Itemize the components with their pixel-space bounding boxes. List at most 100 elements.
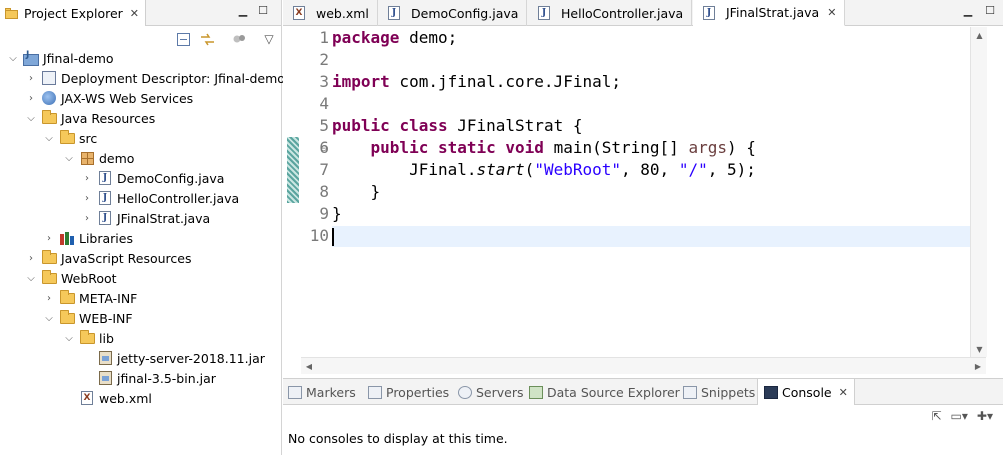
view-menu-chevron-down-icon[interactable]: ▽	[261, 31, 277, 47]
collapse-chevron-icon[interactable]: ›	[42, 231, 56, 245]
expand-chevron-icon[interactable]: ⌵	[24, 111, 38, 125]
minimize-icon[interactable]: ▁	[236, 4, 250, 18]
expand-chevron-icon[interactable]: ⌵	[62, 151, 76, 165]
collapse-chevron-icon[interactable]: ›	[24, 91, 38, 105]
tree-item-lib[interactable]: ⌵ lib	[62, 328, 114, 348]
tree-item-label: demo	[99, 150, 135, 166]
expand-chevron-icon[interactable]: ⌵	[42, 131, 56, 145]
scroll-down-icon[interactable]: ▼	[971, 341, 988, 357]
maximize-icon[interactable]: ☐	[983, 4, 997, 18]
overview-ruler[interactable]	[987, 27, 1003, 357]
minimize-icon[interactable]: ▁	[961, 4, 975, 18]
tree-item-java-resources[interactable]: ⌵ Java Resources	[24, 108, 155, 128]
tab-label: Data Source Explorer	[547, 384, 680, 400]
collapse-chevron-icon[interactable]: ›	[42, 291, 56, 305]
expand-chevron-icon[interactable]: ⌵	[62, 331, 76, 345]
maximize-icon[interactable]: ☐	[256, 4, 270, 18]
code-editor[interactable]: 1 2 3 4 5 6 7 8 9 10 ⊖ package demo; imp…	[283, 27, 1003, 374]
tree-item-src[interactable]: ⌵ src	[42, 128, 97, 148]
line-number: 10	[309, 226, 329, 245]
tree-item-jetty-server-jar[interactable]: jetty-server-2018.11.jar	[97, 348, 265, 368]
line-number: 9	[319, 204, 329, 223]
project-icon	[23, 50, 39, 66]
java-file-icon: J	[97, 210, 113, 226]
tab-snippets[interactable]: Snippets	[683, 379, 755, 405]
tree-item-label: JAX-WS Web Services	[61, 90, 194, 106]
collapse-chevron-icon[interactable]: ›	[24, 251, 38, 265]
tab-markers[interactable]: Markers	[288, 379, 356, 405]
tree-item-web-inf[interactable]: ⌵ WEB-INF	[42, 308, 133, 328]
tree-item-jfinalstrat-java[interactable]: › J JFinalStrat.java	[80, 208, 210, 228]
code-line-5: public class JFinalStrat {	[332, 116, 583, 135]
tree-item-democonfig-java[interactable]: › J DemoConfig.java	[80, 168, 224, 188]
pin-console-icon[interactable]: ⇱	[931, 409, 941, 423]
tree-item-label: Deployment Descriptor: Jfinal-demo	[61, 70, 285, 86]
tab-properties[interactable]: Properties	[368, 379, 449, 405]
explorer-toolbar: ▽	[175, 30, 277, 48]
source-folder-icon	[59, 129, 75, 146]
scroll-right-icon[interactable]: ▶	[970, 358, 986, 375]
line-number: 4	[319, 94, 329, 113]
tab-label: Console	[782, 384, 832, 400]
collapse-chevron-icon[interactable]: ›	[80, 191, 94, 205]
tree-item-jfinal-demo[interactable]: ⌵ Jfinal-demo	[6, 48, 114, 68]
folder-icon	[79, 329, 95, 346]
project-explorer-tab-label: Project Explorer	[24, 5, 123, 21]
editor-tab-democonfig[interactable]: J DemoConfig.java	[378, 0, 528, 26]
tree-item-jax-ws-web-services[interactable]: › JAX-WS Web Services	[24, 88, 193, 108]
expand-chevron-icon[interactable]: ⌵	[42, 311, 56, 325]
editor-tab-jfinalstrat[interactable]: J JFinalStrat.java ✕	[693, 0, 846, 26]
tree-item-libraries[interactable]: › Libraries	[42, 228, 133, 248]
line-number: 5	[319, 116, 329, 135]
collapse-chevron-icon[interactable]: ›	[24, 71, 38, 85]
snippets-icon	[683, 385, 697, 399]
project-explorer-tab[interactable]: Project Explorer ✕	[0, 0, 147, 26]
xml-file-icon: X	[79, 390, 95, 406]
vertical-scrollbar[interactable]: ▲ ▼	[970, 27, 987, 357]
tree-item-meta-inf[interactable]: › META-INF	[42, 288, 137, 308]
expand-chevron-icon[interactable]: ⌵	[24, 271, 38, 285]
fold-collapse-icon[interactable]: ⊖	[320, 144, 328, 154]
open-console-icon[interactable]: ✚▾	[977, 409, 993, 423]
tab-data-source-explorer[interactable]: Data Source Explorer	[529, 379, 680, 405]
filters-icon[interactable]	[231, 31, 247, 47]
tree-item-webroot[interactable]: ⌵ WebRoot	[24, 268, 117, 288]
editor-tab-label: JFinalStrat.java	[726, 5, 820, 20]
display-console-icon[interactable]: ▭▾	[951, 409, 968, 423]
close-icon[interactable]: ✕	[130, 7, 139, 20]
tab-console[interactable]: Console ✕	[757, 379, 855, 405]
tree-item-label: Java Resources	[61, 110, 156, 126]
expand-chevron-icon[interactable]: ⌵	[6, 51, 20, 65]
scroll-left-icon[interactable]: ◀	[301, 358, 317, 375]
tree-item-label: jetty-server-2018.11.jar	[117, 350, 265, 366]
web-services-icon	[41, 90, 57, 106]
collapse-chevron-icon[interactable]: ›	[80, 171, 94, 185]
tab-servers[interactable]: Servers	[458, 379, 524, 405]
editor-tab-hellocontroller[interactable]: J HelloController.java	[528, 0, 693, 26]
tree-item-hellocontroller-java[interactable]: › J HelloController.java	[80, 188, 239, 208]
collapse-all-icon[interactable]	[175, 31, 191, 47]
tree-item-demo[interactable]: ⌵ demo	[62, 148, 134, 168]
close-icon[interactable]: ✕	[827, 6, 836, 19]
tree-item-javascript-resources[interactable]: › JavaScript Resources	[24, 248, 191, 268]
editor-tabbar: X web.xml J DemoConfig.java J HelloContr…	[283, 0, 1003, 26]
tab-label: Markers	[306, 384, 356, 400]
current-line-highlight	[332, 226, 970, 247]
tree-item-label: DemoConfig.java	[117, 170, 225, 186]
tree-item-web-xml[interactable]: X web.xml	[79, 388, 152, 408]
libraries-icon	[59, 230, 75, 246]
collapse-chevron-icon[interactable]: ›	[80, 211, 94, 225]
folder-icon	[41, 269, 57, 286]
properties-icon	[368, 385, 382, 399]
tree-item-deployment-descriptor[interactable]: › Deployment Descriptor: Jfinal-demo	[24, 68, 285, 88]
link-with-editor-icon[interactable]	[199, 31, 215, 47]
close-icon[interactable]: ✕	[839, 386, 848, 399]
tree-item-jfinal-jar[interactable]: jfinal-3.5-bin.jar	[97, 368, 216, 388]
editor-tab-web-xml[interactable]: X web.xml	[283, 0, 378, 26]
line-number: 8	[319, 182, 329, 201]
code-line-3: import com.jfinal.core.JFinal;	[332, 72, 621, 91]
text-caret	[332, 228, 334, 246]
deployment-descriptor-icon	[41, 70, 57, 86]
scroll-up-icon[interactable]: ▲	[971, 27, 988, 43]
horizontal-scrollbar[interactable]: ◀ ▶	[301, 357, 986, 374]
